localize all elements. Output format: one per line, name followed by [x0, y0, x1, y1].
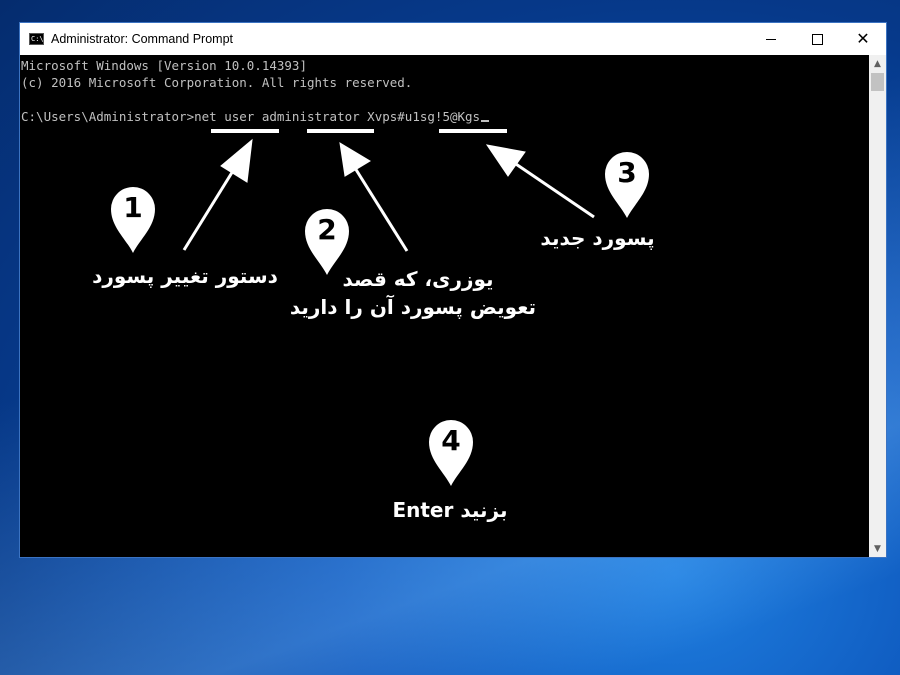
step-1-label: دستور تغییر پسورد [92, 264, 278, 288]
step-4-label: Enter بزنید [392, 498, 508, 522]
step-2-label-line1: یوزری، که قصد [342, 267, 494, 291]
step-3-label: پسورد جدید [540, 226, 655, 250]
arrow-head-2 [339, 142, 371, 177]
annotation-arrows [182, 138, 595, 252]
step-2-label-line2: تعویض پسورد آن را دارید [289, 295, 536, 319]
step-4-marker: 4 [426, 416, 476, 488]
step-3-marker: 3 [602, 148, 652, 220]
arrow-head-1 [220, 138, 253, 183]
arrow-head-3 [485, 144, 526, 177]
step-1-marker: 1 [108, 183, 158, 255]
